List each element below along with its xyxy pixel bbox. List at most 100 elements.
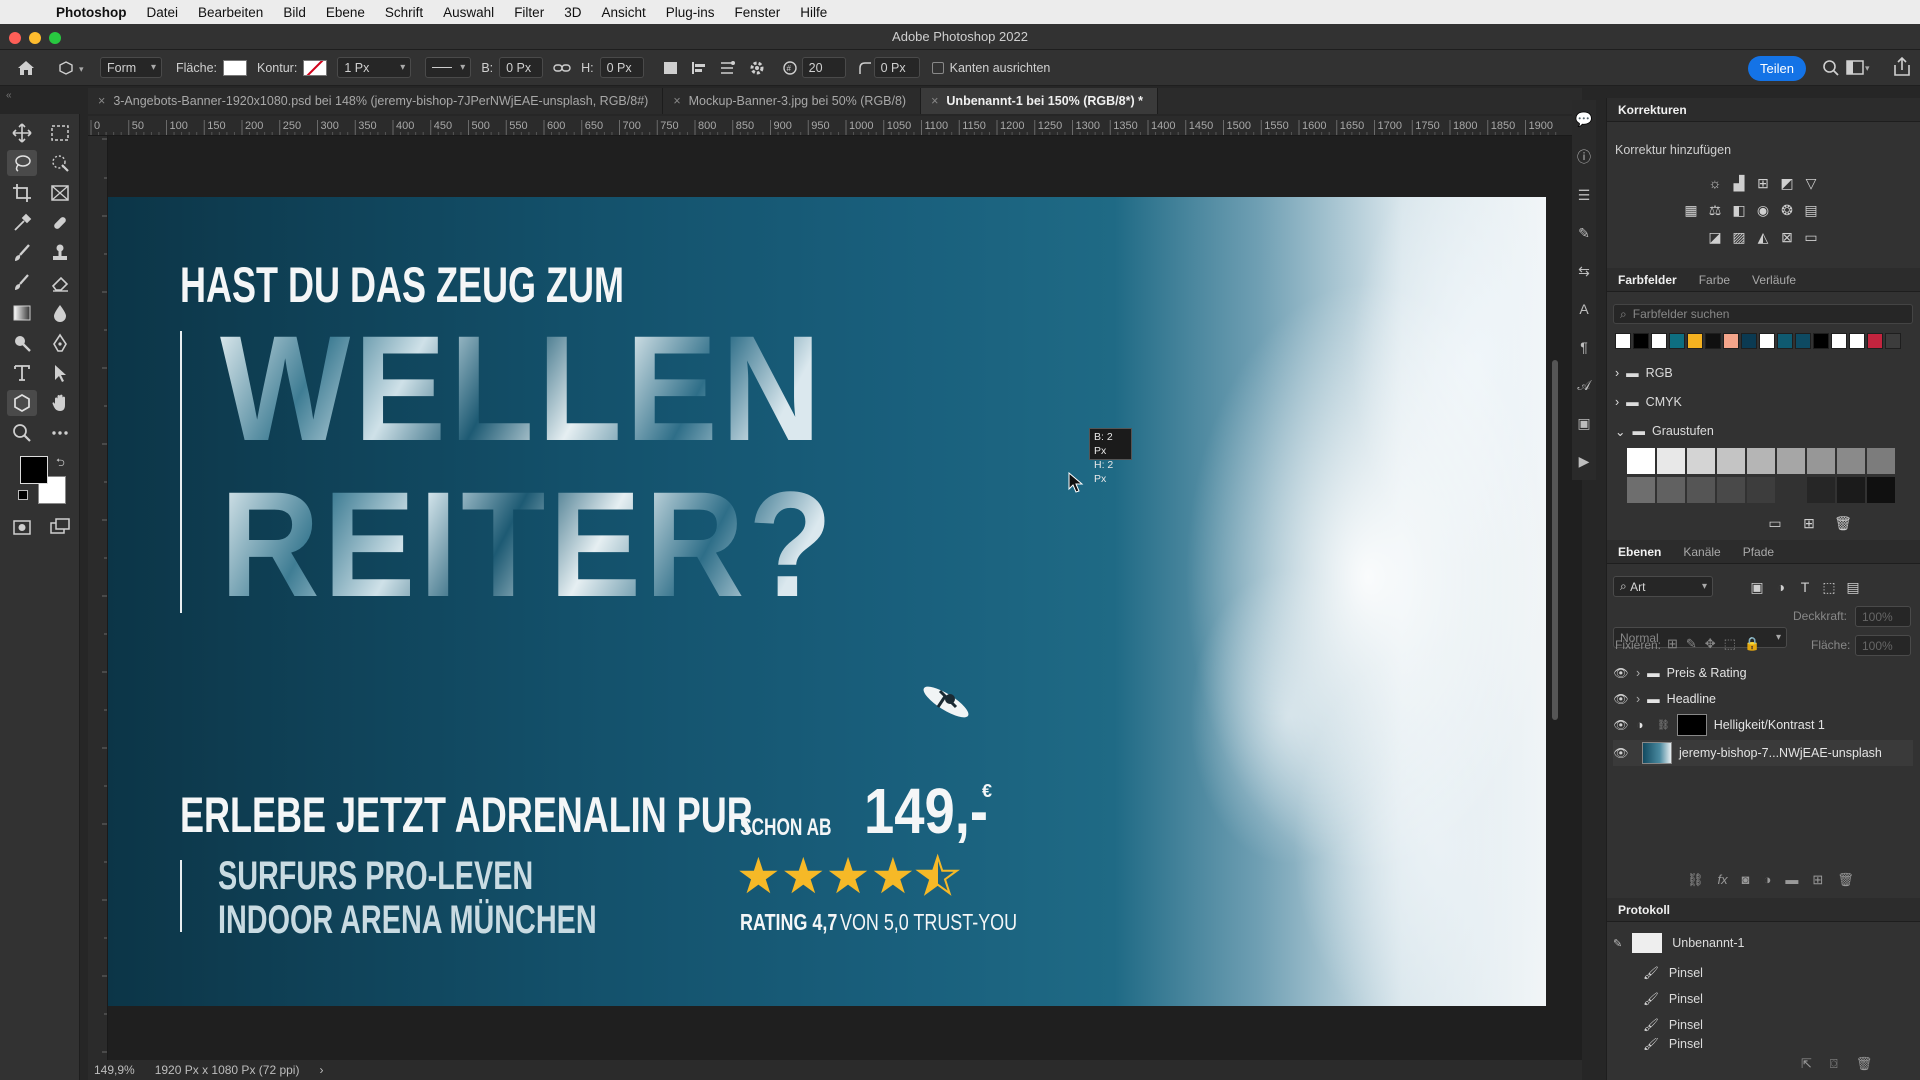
layer-headline[interactable]: 👁 › ▬ Headline: [1613, 686, 1913, 712]
color-swatch[interactable]: [1759, 333, 1775, 349]
paragraph-icon[interactable]: ¶: [1572, 328, 1596, 366]
menu-filter[interactable]: Filter: [504, 5, 554, 20]
color-swatch[interactable]: [1795, 333, 1811, 349]
document-canvas[interactable]: HAST DU DAS ZEUG ZUM WELLEN REITER? ERLE…: [108, 197, 1546, 1006]
actions-icon[interactable]: ▶: [1572, 442, 1596, 480]
align-edges-checkbox[interactable]: [931, 61, 944, 74]
move-tool-icon[interactable]: [7, 120, 37, 146]
screen-mode-icon[interactable]: [45, 514, 75, 540]
gray-swatch[interactable]: [1837, 477, 1865, 503]
color-balance-icon[interactable]: ⚖: [1705, 201, 1725, 219]
chevron-right-icon[interactable]: ›: [1636, 666, 1640, 680]
camera-icon[interactable]: ⌼: [1830, 1056, 1838, 1072]
menu-ebene[interactable]: Ebene: [316, 5, 375, 20]
layer-thumbnail[interactable]: [1642, 742, 1672, 764]
height-input[interactable]: 0 Px: [599, 57, 644, 78]
new-swatch-icon[interactable]: ⊞: [1799, 514, 1819, 532]
gray-swatch[interactable]: [1687, 448, 1715, 474]
black-white-icon[interactable]: ◧: [1729, 201, 1749, 219]
filter-shape-icon[interactable]: ⬚: [1819, 578, 1839, 596]
menu-3d[interactable]: 3D: [554, 5, 591, 20]
gray-swatch[interactable]: [1747, 448, 1775, 474]
comments-icon[interactable]: 💬: [1572, 100, 1596, 138]
swatch-group-graustufen[interactable]: ⌄ ▬ Graustufen: [1615, 419, 1915, 443]
stroke-swatch[interactable]: [303, 59, 328, 76]
chevron-right-icon[interactable]: ›: [1636, 692, 1640, 706]
color-lookup-icon[interactable]: ▤: [1801, 201, 1821, 219]
delete-state-icon[interactable]: 🗑: [1856, 1056, 1873, 1072]
layer-photo[interactable]: 👁 jeremy-bishop-7...NWjEAE-unsplash: [1613, 740, 1913, 766]
brush-tool-icon[interactable]: [7, 240, 37, 266]
brightness-icon[interactable]: ☼: [1705, 174, 1725, 192]
menu-auswahl[interactable]: Auswahl: [433, 5, 504, 20]
tab-paths[interactable]: Pfade: [1732, 545, 1785, 559]
shape-tool-icon[interactable]: [7, 390, 37, 416]
lasso-tool-icon[interactable]: [7, 150, 37, 176]
layer-preis-rating[interactable]: 👁 › ▬ Preis & Rating: [1613, 660, 1913, 686]
collapse-toolbar-icon[interactable]: «: [6, 90, 12, 101]
frame-tool-icon[interactable]: [45, 180, 75, 206]
stroke-width-select[interactable]: 1 Px: [337, 57, 412, 78]
minimize-window-button[interactable]: [29, 32, 41, 44]
new-layer-icon[interactable]: ⊞: [1812, 872, 1823, 888]
zoom-level[interactable]: 149,9%: [94, 1063, 135, 1077]
menu-fenster[interactable]: Fenster: [725, 5, 791, 20]
tab-corrections[interactable]: Korrekturen: [1607, 103, 1698, 117]
gray-swatch[interactable]: [1717, 448, 1745, 474]
horizontal-ruler[interactable]: 0 50 100 150 200 250 300 350 400 450 500 550 600 650 7…: [88, 116, 1582, 136]
eye-icon[interactable]: 👁: [1613, 692, 1629, 706]
channel-mixer-icon[interactable]: ❂: [1777, 201, 1797, 219]
gray-swatch[interactable]: [1687, 477, 1715, 503]
brush-settings-icon[interactable]: ✎: [1572, 214, 1596, 252]
gray-swatch[interactable]: [1867, 477, 1895, 503]
tab-mockup-banner[interactable]: × Mockup-Banner-3.jpg bei 50% (RGB/8): [663, 88, 922, 114]
more-tools-icon[interactable]: [45, 420, 75, 446]
menu-schrift[interactable]: Schrift: [375, 5, 433, 20]
gradient-tool-icon[interactable]: [7, 300, 37, 326]
gray-swatch[interactable]: [1777, 448, 1805, 474]
menu-ansicht[interactable]: Ansicht: [591, 5, 655, 20]
quick-selection-tool-icon[interactable]: [45, 150, 75, 176]
eye-icon[interactable]: 👁: [1613, 746, 1629, 760]
width-input[interactable]: 0 Px: [499, 57, 544, 78]
gray-swatch[interactable]: [1627, 477, 1655, 503]
history-brush-tool-icon[interactable]: [7, 270, 37, 296]
sides-input[interactable]: 20: [801, 57, 846, 78]
close-window-button[interactable]: [9, 32, 21, 44]
exposure-icon[interactable]: ◩: [1777, 174, 1797, 192]
filter-adjustment-icon[interactable]: ◑: [1771, 578, 1791, 596]
gray-swatch[interactable]: [1777, 477, 1805, 503]
link-icon[interactable]: [553, 57, 571, 79]
tab-unbenannt-1[interactable]: × Unbenannt-1 bei 150% (RGB/8*) *: [921, 88, 1158, 114]
properties-icon[interactable]: ☰: [1572, 176, 1596, 214]
trash-icon[interactable]: 🗑: [1833, 514, 1853, 532]
foreground-color-swatch-top[interactable]: [20, 456, 48, 484]
swap-colors-icon[interactable]: ⮌: [56, 454, 65, 473]
swatch-group-cmyk[interactable]: › ▬ CMYK: [1615, 390, 1915, 414]
home-icon[interactable]: [16, 57, 36, 79]
eraser-tool-icon[interactable]: [45, 270, 75, 296]
swatch-search-input[interactable]: ⌕ Farbfelder suchen: [1613, 304, 1913, 324]
eye-icon[interactable]: 👁: [1613, 718, 1629, 732]
color-swatch[interactable]: [1777, 333, 1793, 349]
color-swatch[interactable]: [1849, 333, 1865, 349]
zoom-tool-icon[interactable]: [7, 420, 37, 446]
export-icon[interactable]: [1892, 56, 1912, 81]
fill-swatch[interactable]: [223, 59, 247, 76]
add-mask-icon[interactable]: ◙: [1742, 872, 1750, 888]
gray-swatch[interactable]: [1627, 448, 1655, 474]
new-group-icon[interactable]: ▭: [1765, 514, 1785, 532]
type-tool-icon[interactable]: [7, 360, 37, 386]
blur-tool-icon[interactable]: [45, 300, 75, 326]
history-step[interactable]: 🖌 Pinsel: [1613, 960, 1913, 986]
color-swatch[interactable]: [1813, 333, 1829, 349]
glyphs-icon[interactable]: 𝒜: [1572, 366, 1596, 404]
zoom-window-button[interactable]: [49, 32, 61, 44]
invert-icon[interactable]: ◪: [1705, 228, 1725, 246]
close-tab-icon[interactable]: ×: [931, 94, 938, 108]
gray-swatch[interactable]: [1807, 477, 1835, 503]
delete-layer-icon[interactable]: 🗑: [1837, 872, 1854, 888]
path-arrangement-icon[interactable]: [718, 57, 738, 79]
color-swatch[interactable]: [1633, 333, 1649, 349]
tab-angebots-banner[interactable]: × 3-Angebots-Banner-1920x1080.psd bei 148…: [88, 88, 664, 114]
